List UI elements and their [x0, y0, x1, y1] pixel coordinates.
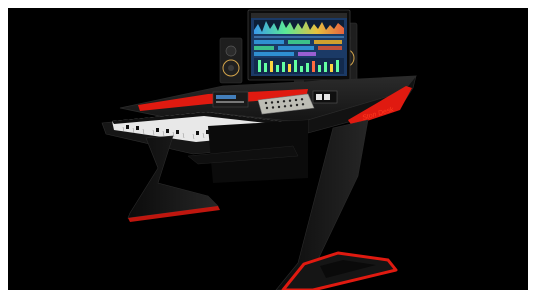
left-speaker [219, 37, 243, 84]
product-image-frame: Ston Desk [8, 8, 528, 290]
studio-desk-render: Ston Desk [101, 9, 417, 290]
monitor [247, 9, 351, 85]
rack-module [212, 91, 249, 108]
